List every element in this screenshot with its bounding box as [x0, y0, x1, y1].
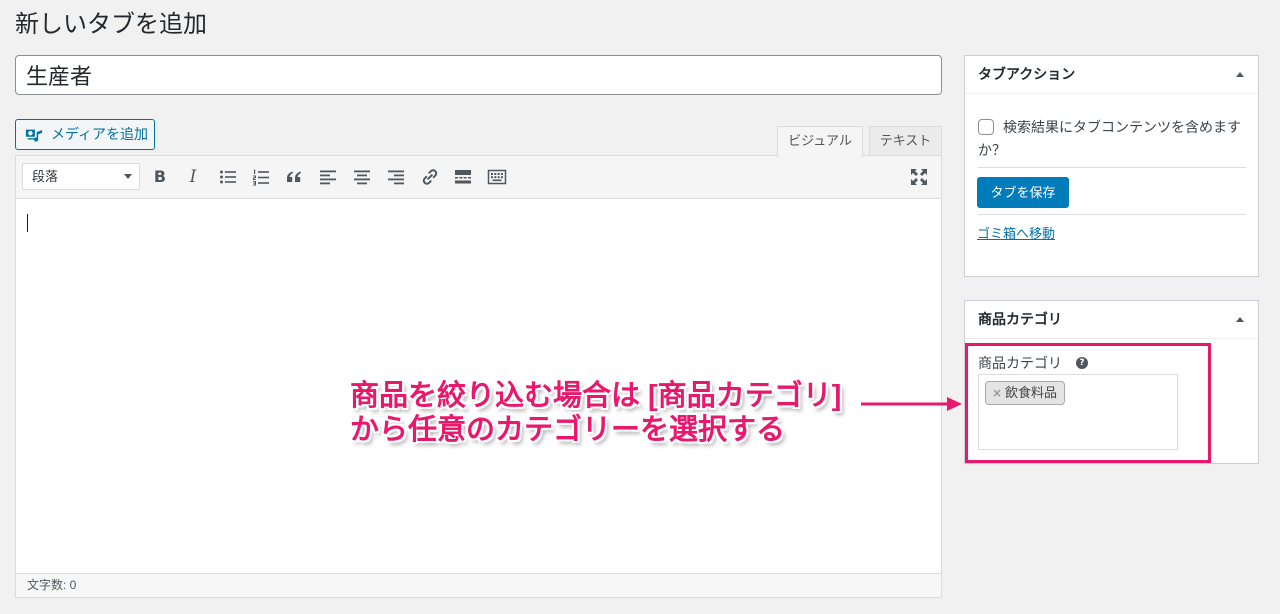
title-input[interactable]: [15, 55, 942, 95]
annotation-text-line-1: 商品を絞り込む場合は [商品カテゴリ]: [350, 380, 842, 412]
align-center-button[interactable]: [348, 163, 376, 191]
selected-category-label: 飲食料品: [1005, 385, 1058, 400]
link-icon: [422, 169, 438, 185]
bulleted-list-icon: [220, 170, 236, 184]
arrow-up-icon[interactable]: [1236, 317, 1244, 322]
include-in-search-checkbox[interactable]: [978, 119, 994, 135]
arrow-right-icon: [858, 395, 966, 413]
add-media-button[interactable]: メディアを追加: [15, 119, 155, 150]
read-more-icon: [455, 170, 471, 184]
product-category-box: 商品カテゴリ 商品カテゴリ ? × 飲食料品: [964, 300, 1259, 464]
format-select[interactable]: 段落: [22, 163, 140, 190]
tab-actions-header[interactable]: タブアクション: [965, 56, 1258, 94]
product-category-title: 商品カテゴリ: [978, 311, 1062, 327]
add-media-icon: [25, 126, 43, 144]
blockquote-button[interactable]: [280, 163, 308, 191]
numbered-list-icon: [253, 169, 269, 186]
arrow-up-icon[interactable]: [1236, 72, 1244, 77]
product-category-field-label: 商品カテゴリ: [978, 355, 1062, 371]
fullscreen-button[interactable]: [905, 163, 933, 191]
include-in-search-label[interactable]: 検索結果にタブコンテンツを含めますか？: [978, 119, 1241, 158]
tab-visual[interactable]: ビジュアル: [777, 126, 863, 157]
page-title: 新しいタブを追加: [15, 11, 207, 38]
divider: [978, 214, 1246, 215]
annotation-text-line-2: から任意のカテゴリーを選択する: [350, 414, 786, 446]
editor-toolbar: 段落 B I: [16, 156, 941, 199]
editor: 段落 B I 文字数: 0: [15, 155, 942, 598]
tab-actions-box: タブアクション 検索結果にタブコンテンツを含めますか？ タブを保存 ゴミ箱へ移動: [964, 55, 1259, 277]
text-cursor: [27, 214, 28, 232]
tab-actions-title: タブアクション: [978, 66, 1076, 82]
align-left-button[interactable]: [314, 163, 342, 191]
remove-tag-icon[interactable]: ×: [992, 382, 1002, 404]
product-category-select[interactable]: × 飲食料品: [978, 374, 1178, 450]
add-media-label: メディアを追加: [51, 126, 149, 142]
italic-icon: I: [189, 166, 197, 187]
align-left-icon: [320, 170, 336, 185]
align-center-icon: [354, 170, 370, 185]
product-category-header[interactable]: 商品カテゴリ: [965, 301, 1258, 339]
numbered-list-button[interactable]: [247, 163, 275, 191]
chevron-down-icon: [124, 174, 132, 179]
italic-button[interactable]: I: [179, 163, 207, 191]
format-select-value: 段落: [32, 169, 59, 184]
toolbar-toggle-button[interactable]: [483, 163, 511, 191]
toolbar-toggle-icon: [487, 169, 507, 185]
save-tab-button[interactable]: タブを保存: [977, 177, 1069, 208]
include-in-search-option: 検索結果にタブコンテンツを含めますか？: [978, 116, 1246, 162]
help-icon[interactable]: ?: [1076, 357, 1088, 369]
align-right-icon: [388, 170, 404, 185]
tab-text[interactable]: テキスト: [869, 126, 942, 155]
divider: [978, 167, 1246, 168]
bold-icon: B: [153, 167, 167, 186]
editor-statusbar: 文字数: 0: [16, 573, 941, 597]
fullscreen-icon: [911, 169, 927, 185]
move-to-trash-link[interactable]: ゴミ箱へ移動: [977, 224, 1055, 244]
word-count: 文字数: 0: [27, 578, 77, 592]
bulleted-list-button[interactable]: [214, 163, 242, 191]
insert-link-button[interactable]: [416, 163, 444, 191]
align-right-button[interactable]: [382, 163, 410, 191]
annotation-text: 商品を絞り込む場合は [商品カテゴリ] から任意のカテゴリーを選択する: [350, 379, 841, 447]
blockquote-icon: [287, 171, 301, 182]
bold-button[interactable]: B: [146, 163, 174, 191]
selected-category-tag: × 飲食料品: [985, 381, 1065, 405]
read-more-button[interactable]: [449, 163, 477, 191]
